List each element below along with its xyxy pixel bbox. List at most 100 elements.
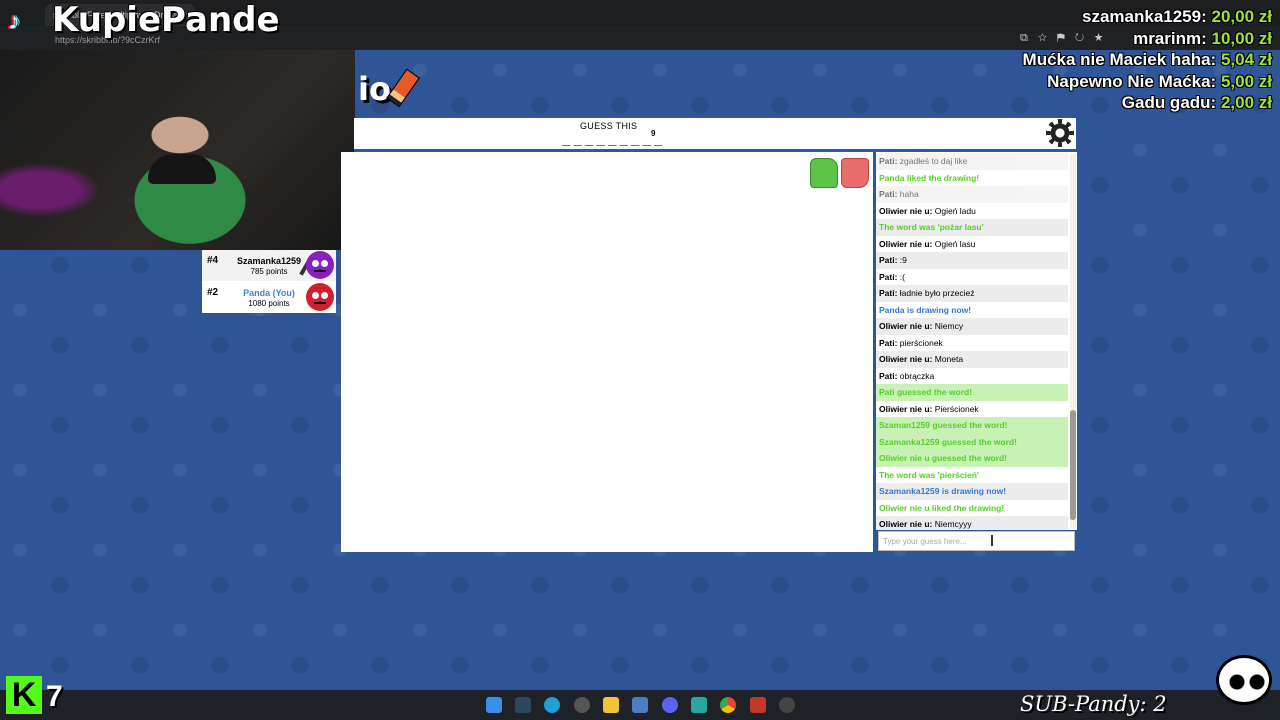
chat-text: The word was 'pożar lasu' [879, 222, 984, 232]
chat-text: Panda liked the drawing! [879, 172, 980, 183]
streamer-cap [148, 154, 216, 184]
chat-text: Pati guessed the word! [879, 387, 973, 397]
chat-text: pierścionek [899, 337, 943, 348]
chat-message: Szaman1259 guessed the word! [876, 417, 1068, 434]
chat-message: The word was 'pierścień' [876, 467, 1068, 484]
player-points: 1080 points [248, 299, 290, 308]
word-blanks: _ _ _ _ _ _ _ _ _ [562, 131, 662, 148]
player-row[interactable]: #2 Panda (You) 1080 points [202, 282, 336, 313]
chat-message: Oliwier nie u: Niemcyyy [876, 516, 1068, 530]
chat-author: Pati: [879, 156, 898, 166]
chat-message: Oliwier nie u liked the drawing! [876, 500, 1068, 517]
chrome-icon[interactable] [720, 697, 736, 713]
players-list: #4 Szamanka1259 785 points #2 Panda (You… [202, 250, 336, 313]
chat-text: Pierścionek [934, 403, 979, 414]
gear-icon[interactable] [1046, 119, 1074, 147]
donation-row: Napewno Nie Maćka: 5,00 zł [1047, 71, 1272, 91]
chat-author: Pati: [879, 370, 898, 381]
chat-text: ładnie było przecież [899, 288, 975, 298]
chat-message: Oliwier nie u: Niemcy [876, 318, 1068, 335]
donation-row: Mućka nie Maciek haha: 5,04 zł [1022, 50, 1272, 69]
chat-message: Panda liked the drawing! [876, 170, 1068, 187]
chat-text: Szamanka1259 guessed the word! [879, 436, 1017, 447]
chat-message: Oliwier nie u: Ogień lasu [876, 236, 1068, 253]
chat-author: Oliwier nie u: [879, 519, 933, 529]
tiktok-icon: ♪ [8, 8, 20, 35]
panda-icon [1216, 655, 1272, 705]
chat-author: Oliwier nie u: [879, 403, 933, 414]
sub-counter: SUB-Pandy: 2 [1020, 692, 1167, 716]
start-icon[interactable] [486, 697, 502, 713]
chat-text: haha [899, 189, 919, 199]
guess-label: GUESS THIS [580, 121, 638, 131]
chat-message: Oliwier nie u: Pierścionek [876, 401, 1068, 418]
chat-message: The word was 'pożar lasu' [876, 219, 1068, 236]
chat-message: Oliwier nie u: Ogień ladu [876, 203, 1068, 220]
chat-message: Pati: haha [876, 186, 1068, 203]
chat-message: Pati: ładnie było przecież [876, 285, 1068, 302]
folder-icon[interactable] [603, 697, 619, 713]
player-rank: #4 [207, 255, 219, 266]
github-icon[interactable] [779, 697, 795, 713]
chat-panel: Pati: zgadłeś to daj like Panda liked the… [876, 152, 1077, 530]
chat-text: obrączka [899, 370, 935, 381]
chat-message: Szamanka1259 guessed the word! [876, 433, 1068, 450]
chat-messages: Pati: zgadłeś to daj like Panda liked the… [876, 153, 1068, 530]
chat-author: Pati: [879, 337, 898, 348]
guess-input[interactable] [878, 531, 1075, 551]
kick-viewer-count: 7 [46, 680, 63, 713]
chat-author: Oliwier nie u: [879, 238, 933, 249]
discord-icon[interactable] [662, 697, 678, 713]
chat-author: Oliwier nie u: [879, 354, 933, 364]
text-cursor-icon [991, 535, 993, 546]
chat-text: Oliwier nie u guessed the word! [879, 453, 1007, 463]
thumbs-up-icon[interactable] [810, 158, 838, 188]
chat-author: Oliwier nie u: [879, 321, 933, 331]
player-row[interactable]: #4 Szamanka1259 785 points [202, 250, 336, 281]
donation-row: szamanka1259: 20,00 zł [1082, 7, 1272, 26]
chat-text: Niemcy [934, 321, 964, 331]
avatar [306, 251, 334, 279]
donation-row: Gadu gadu: 2,00 zł [1121, 93, 1272, 112]
avatar [306, 283, 334, 311]
chat-text: zgadłeś to daj like [899, 156, 968, 166]
chat-text: Szamanka1259 is drawing now! [879, 486, 1007, 496]
app-icon[interactable] [691, 697, 707, 713]
chat-author: Pati: [879, 189, 898, 199]
chat-message: Szamanka1259 is drawing now! [876, 483, 1068, 500]
explorer-icon[interactable] [632, 697, 648, 713]
chat-text: Moneta [934, 354, 964, 364]
steam-icon[interactable] [515, 697, 531, 713]
game-logo: io [358, 70, 391, 108]
chat-message: Oliwier nie u guessed the word! [876, 450, 1068, 467]
chat-text: Ogień lasu [934, 238, 976, 249]
chat-author: Pati: [879, 255, 898, 265]
webcam-feed [0, 50, 355, 250]
player-name: Szamanka1259 [236, 256, 302, 266]
chat-message: Pati: zgadłeś to daj like [876, 153, 1068, 170]
chat-text: Szaman1259 guessed the word! [879, 420, 1008, 430]
chat-message: Pati: obrączka [876, 368, 1068, 385]
chat-author: Pati: [879, 271, 898, 282]
obs-icon[interactable] [574, 697, 590, 713]
edge-icon[interactable] [544, 697, 560, 713]
drawing-canvas[interactable] [341, 152, 873, 552]
chat-message: Pati guessed the word! [876, 384, 1068, 401]
thumbs-down-icon[interactable] [841, 158, 869, 188]
chat-text: Panda is drawing now! [879, 304, 972, 315]
game-header: GUESS THIS _ _ _ _ _ _ _ _ _ 9 [354, 118, 1076, 152]
chat-author: Pati: [879, 288, 898, 298]
kick-logo-icon: K [6, 676, 42, 714]
chat-message: Oliwier nie u: Moneta [876, 351, 1068, 368]
chat-text: The word was 'pierścień' [879, 469, 979, 480]
chat-text: :( [899, 271, 905, 282]
chat-scroll-thumb[interactable] [1070, 410, 1076, 520]
chat-text: Ogień ladu [934, 205, 976, 216]
stream-title: KupiePande [52, 0, 280, 40]
word-length: 9 [651, 129, 656, 138]
donation-row: mrarinm: 10,00 zł [1133, 28, 1272, 48]
player-name: Panda (You) [243, 288, 295, 298]
donation-leaderboard: szamanka1259: 20,00 zł mrarinm: 10,00 zł… [1023, 6, 1272, 114]
media-icon[interactable] [750, 697, 766, 713]
chat-message: Pati: :( [876, 269, 1068, 286]
